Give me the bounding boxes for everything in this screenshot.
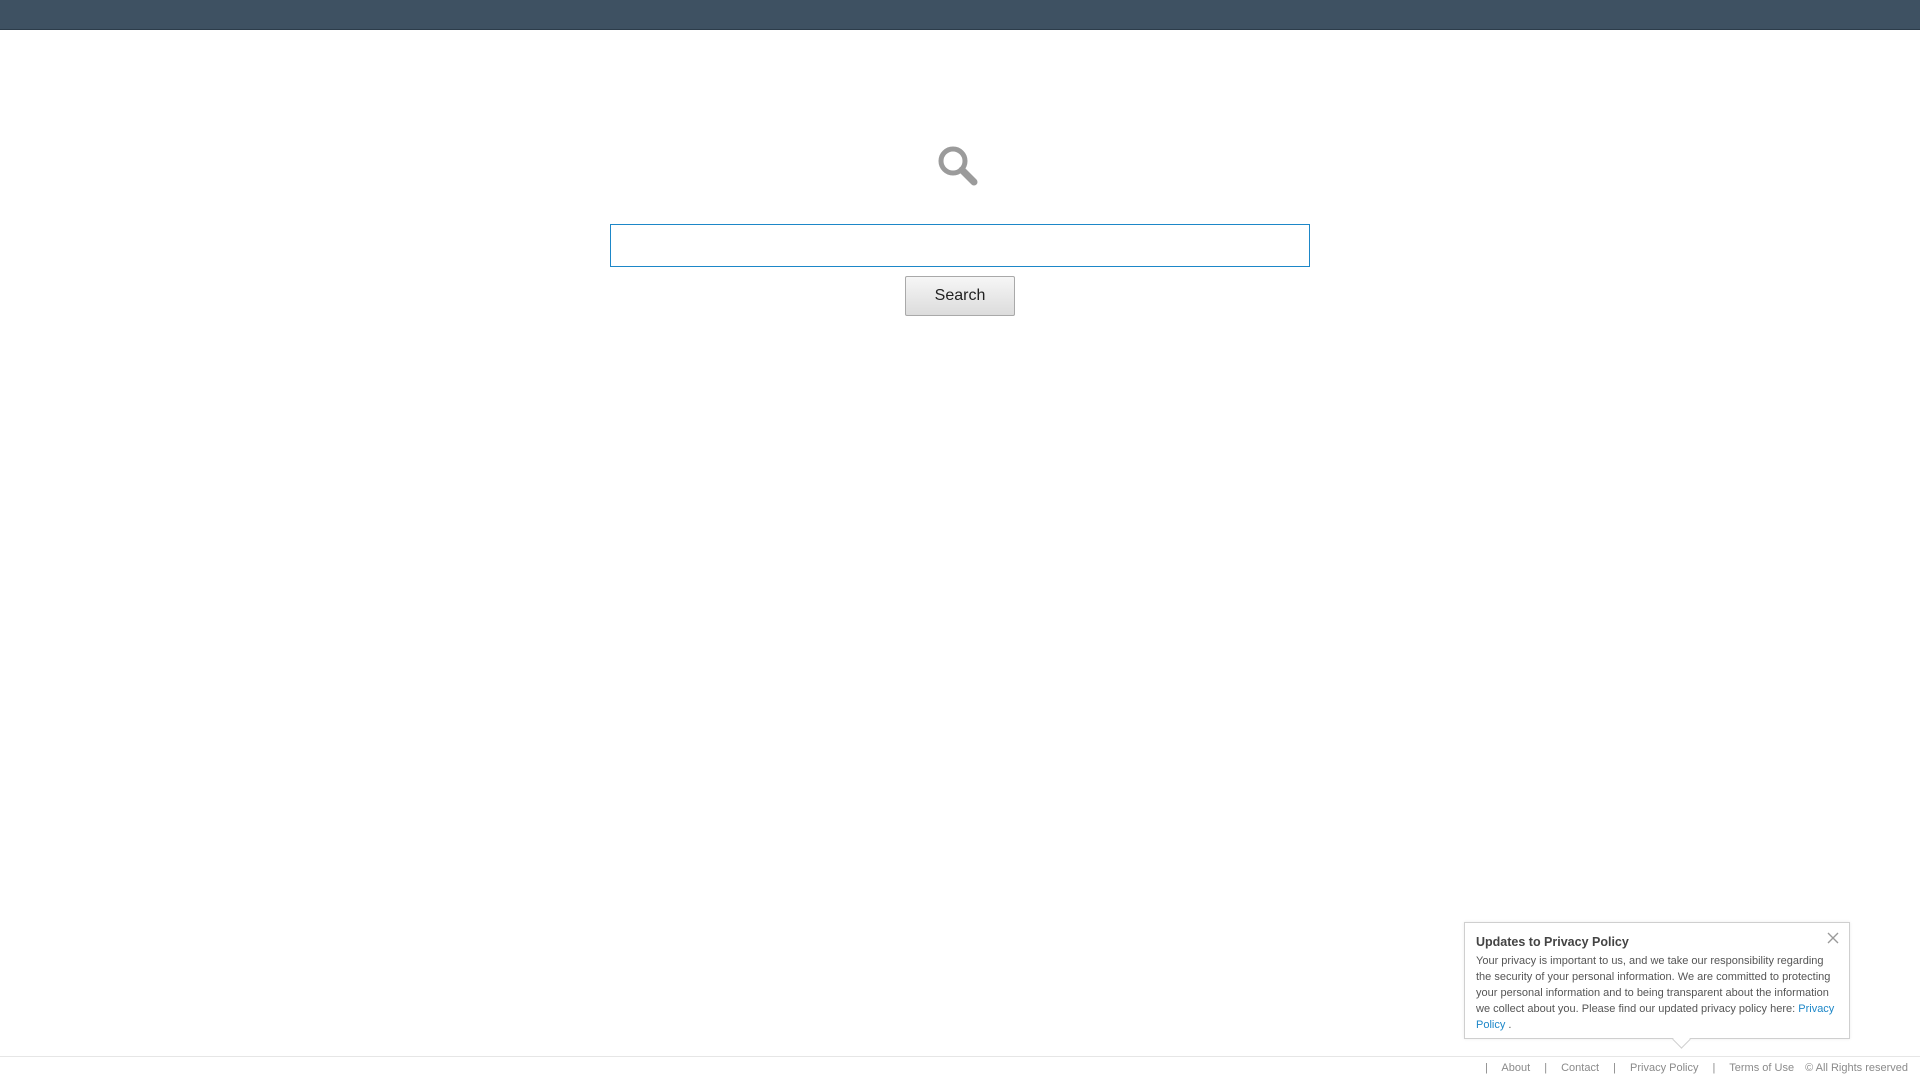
footer-link-contact[interactable]: Contact xyxy=(1561,1062,1599,1074)
magnifier-icon xyxy=(938,146,978,186)
footer-separator: | xyxy=(1544,1062,1548,1074)
footer-separator: | xyxy=(1485,1062,1488,1074)
popup-trailing-period: . xyxy=(1508,1019,1512,1031)
search-input[interactable] xyxy=(610,224,1310,267)
privacy-policy-popup: Updates to Privacy Policy Your privacy i… xyxy=(1464,922,1850,1039)
footer-separator: | xyxy=(1613,1062,1616,1074)
copyright-text: © All Rights reserved xyxy=(1805,1062,1908,1074)
popup-body-text: Your privacy is important to us, and we … xyxy=(1476,955,1831,1015)
footer-link-about[interactable]: About xyxy=(1501,1062,1530,1074)
footer: | About | Contact | Privacy Policy | Ter… xyxy=(0,1056,1920,1081)
footer-link-privacy-policy[interactable]: Privacy Policy xyxy=(1630,1062,1698,1074)
popup-title: Updates to Privacy Policy xyxy=(1476,935,1629,949)
footer-links: | About | Contact | Privacy Policy | Ter… xyxy=(1474,1062,1908,1074)
popup-body: Your privacy is important to us, and we … xyxy=(1476,953,1839,1033)
close-icon[interactable] xyxy=(1827,932,1839,944)
top-bar xyxy=(0,0,1920,30)
footer-link-terms-of-use[interactable]: Terms of Use xyxy=(1729,1062,1794,1074)
search-button[interactable]: Search xyxy=(905,276,1015,316)
footer-separator: | xyxy=(1712,1062,1716,1074)
